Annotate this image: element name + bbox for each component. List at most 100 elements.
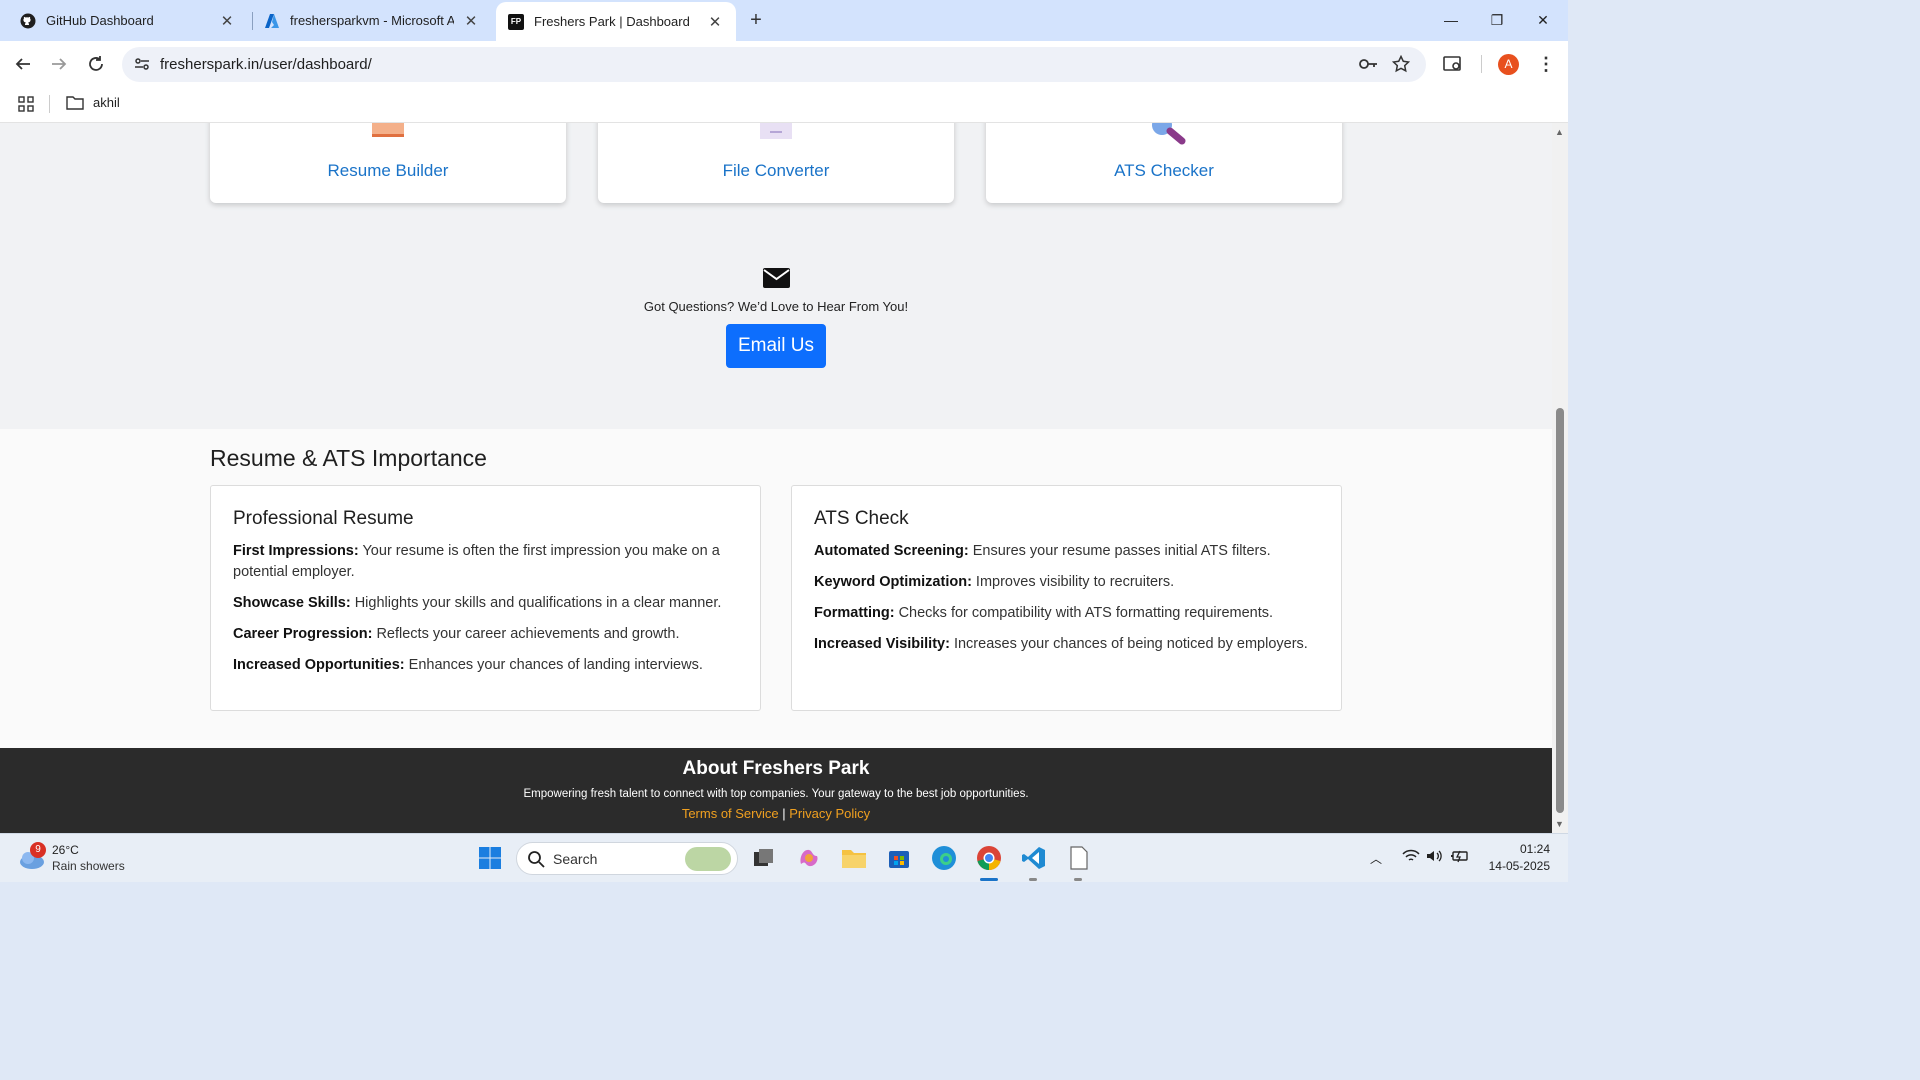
back-button[interactable] [10,51,36,77]
weather-widget[interactable]: 9 26°C Rain showers [18,842,148,876]
tool-label[interactable]: ATS Checker [986,161,1342,181]
start-windows-icon[interactable] [476,844,504,872]
email-us-button[interactable]: Email Us [726,324,826,368]
password-key-icon[interactable] [1358,56,1378,77]
tool-card-resume-builder[interactable]: Resume Builder [210,123,566,203]
volume-icon[interactable] [1426,849,1444,868]
section-heading: Resume & ATS Importance [210,445,487,471]
resume-icon [372,123,404,137]
bookmark-divider [49,95,50,113]
wifi-icon[interactable] [1402,849,1420,868]
arrow-left-icon [15,58,30,70]
fp-icon: FP [508,13,524,30]
profile-avatar[interactable]: A [1498,54,1519,75]
close-window-button[interactable]: ✕ [1520,0,1566,40]
footer-separator: | [782,806,786,821]
task-view-icon[interactable] [750,844,778,872]
envelope-icon [0,268,1552,293]
tool-label[interactable]: Resume Builder [210,161,566,181]
contact-question: Got Questions? We’d Love to Hear From Yo… [643,299,909,314]
card-point: Increased Visibility: Increases your cha… [814,636,1308,652]
clock-date[interactable]: 14-05-2025 [1482,859,1550,873]
info-card-ats-check: ATS Check Automated Screening: Ensures y… [791,485,1342,711]
card-point: Career Progression: Reflects your career… [233,626,680,642]
chevron-up-icon[interactable]: ︿ [1370,850,1382,867]
info-card-professional-resume: Professional Resume First Impressions: Y… [210,485,761,711]
apps-grid-icon[interactable] [18,96,34,117]
menu-kebab-icon[interactable]: ⋮ [1533,51,1559,77]
bookmark-label: akhil [93,95,120,110]
close-icon[interactable]: ✕ [218,12,236,30]
close-icon[interactable]: ✕ [706,13,724,31]
notepad-file-icon[interactable] [1065,844,1093,872]
tab-fresherspark[interactable]: FP Freshers Park | Dashboard ✕ [496,2,736,41]
scroll-down-icon[interactable]: ▼ [1555,819,1564,829]
card-point: First Impressions: Your resume is often … [233,543,720,580]
weather-temp: 26°C [52,843,79,857]
github-icon [20,13,36,29]
bookmark-star-icon[interactable] [1391,54,1411,78]
bookmarks-bar: akhil [0,87,1568,123]
tool-card-file-converter[interactable]: File Converter [598,123,954,203]
copilot-icon[interactable] [795,844,823,872]
card-title: ATS Check [814,508,909,529]
close-icon[interactable]: ✕ [462,12,480,30]
minimize-button[interactable]: — [1428,0,1474,40]
new-tab-button[interactable]: + [744,9,768,33]
chrome-icon[interactable] [975,844,1003,872]
tab-title: Freshers Park | Dashboard [534,14,690,29]
tool-label[interactable]: File Converter [598,161,954,181]
file-icon [760,123,792,139]
importance-section: Resume & ATS Importance Professional Res… [0,429,1552,748]
magnifier-icon [1146,123,1186,150]
clock-time[interactable]: 01:24 [1482,842,1550,856]
open-app-indicator [1029,878,1037,881]
page-viewport: Resume Builder File Converter ATS Checke… [0,123,1552,833]
search-icon [527,850,545,873]
active-app-indicator [980,878,998,881]
card-point: Formatting: Checks for compatibility wit… [814,605,1274,621]
store-icon[interactable] [885,844,913,872]
scroll-up-icon[interactable]: ▲ [1555,127,1564,137]
footer-title: About Freshers Park [682,758,870,779]
reload-icon [89,56,103,71]
vscode-icon[interactable] [1020,844,1048,872]
search-highlight-icon [685,847,731,871]
contact-section: Got Questions? We’d Love to Hear From Yo… [0,268,1552,368]
arrow-right-icon [52,58,67,70]
scrollbar-thumb[interactable] [1556,408,1564,813]
tab-github[interactable]: GitHub Dashboard ✕ [8,0,248,41]
card-point: Showcase Skills: Highlights your skills … [233,595,722,611]
card-title: Professional Resume [233,508,414,529]
windows-taskbar: 9 26°C Rain showers Search ︿ 01:24 14-05… [0,833,1568,882]
battery-icon[interactable] [1450,849,1470,868]
bookmark-folder-akhil[interactable]: akhil [66,95,120,110]
footer-description: Empowering fresh talent to connect with … [523,788,1029,800]
toolbar-divider [1481,55,1482,73]
terms-of-service-link[interactable]: Terms of Service [682,806,779,821]
url-text: fresherspark.in/user/dashboard/ [160,56,372,73]
privacy-policy-link[interactable]: Privacy Policy [789,806,870,821]
tool-card-ats-checker[interactable]: ATS Checker [986,123,1342,203]
site-footer: About Freshers Park Empowering fresh tal… [0,748,1552,833]
edge-icon[interactable] [930,844,958,872]
azure-icon [264,13,280,29]
footer-links: Terms of Service | Privacy Policy [0,806,1552,821]
page-scrollbar[interactable]: ▲ ▼ [1552,123,1568,833]
reload-button[interactable] [83,51,109,77]
folder-icon [66,96,84,110]
card-point: Increased Opportunities: Enhances your c… [233,657,703,673]
browser-toolbar: fresherspark.in/user/dashboard/ A ⋮ [0,41,1568,87]
tab-title: GitHub Dashboard [46,13,154,28]
card-point: Keyword Optimization: Improves visibilit… [814,574,1175,590]
tab-title: freshersparkvm - Microsoft Azu [290,13,454,28]
browser-tab-bar: GitHub Dashboard ✕ freshersparkvm - Micr… [0,0,1568,41]
file-explorer-icon[interactable] [840,844,868,872]
taskbar-search[interactable]: Search [516,842,738,875]
tab-search-icon[interactable] [1440,51,1466,77]
tab-azure[interactable]: freshersparkvm - Microsoft Azu ✕ [252,0,492,41]
address-bar[interactable]: fresherspark.in/user/dashboard/ [122,47,1426,82]
restore-button[interactable]: ❐ [1474,0,1520,40]
site-info-icon[interactable] [134,56,150,77]
forward-button[interactable] [46,51,72,77]
